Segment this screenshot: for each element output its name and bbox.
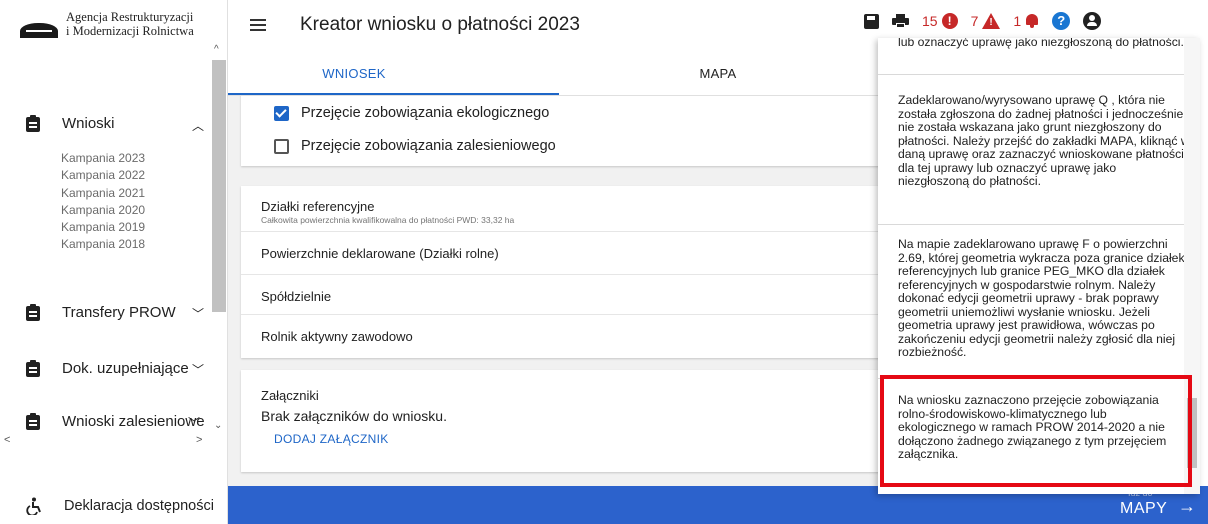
- campaign-list: Kampania 2023 Kampania 2022 Kampania 202…: [61, 150, 145, 254]
- scroll-right-icon[interactable]: >: [196, 434, 202, 446]
- chevron-down-icon[interactable]: ﹀: [192, 361, 204, 378]
- checkbox-label: Przejęcie zobowiązania zalesieniowego: [301, 138, 556, 154]
- accessibility-label: Deklaracja dostępności: [64, 498, 214, 514]
- form-content: Przejęcie zobowiązania ekologicznego Prz…: [228, 96, 878, 486]
- sidebar-item-wnioski-zalesieniowe[interactable]: Wnioski zalesieniowe ﹀: [26, 413, 210, 430]
- account-button[interactable]: [1083, 12, 1102, 30]
- print-icon: [892, 14, 909, 28]
- errors-button[interactable]: 15 !: [922, 13, 958, 29]
- clipboard-icon: [26, 360, 40, 377]
- arrow-right-icon[interactable]: →: [1178, 496, 1196, 517]
- sidebar-item-label: Dok. uzupełniające: [62, 360, 189, 377]
- clipboard-icon: [26, 115, 40, 132]
- logo-line-2: i Modernizacji Rolnictwa: [66, 24, 194, 38]
- checkbox-unchecked-icon[interactable]: [274, 138, 289, 154]
- user-icon: [1083, 12, 1102, 30]
- divider: [241, 231, 878, 232]
- message-divider: [878, 74, 1200, 75]
- declared-areas-section[interactable]: Powierzchnie deklarowane (Działki rolne): [261, 246, 499, 261]
- sidebar-scroll-thumb[interactable]: [212, 60, 226, 312]
- campaign-item[interactable]: Kampania 2023: [61, 150, 145, 167]
- logo-line-1: Agencja Restrukturyzacji: [66, 10, 194, 24]
- sidebar-item-transfery[interactable]: Transfery PROW ﹀: [26, 304, 206, 321]
- scroll-down-icon[interactable]: ⌄: [214, 420, 222, 431]
- campaign-item[interactable]: Kampania 2020: [61, 202, 145, 219]
- notifications-button[interactable]: 1: [1013, 13, 1039, 29]
- validation-message: Zadeklarowano/wyrysowano uprawę Q , któr…: [898, 93, 1190, 188]
- logo-text: Agencja Restrukturyzacji i Modernizacji …: [66, 10, 194, 38]
- checkbox-label: Przejęcie zobowiązania ekologicznego: [301, 105, 550, 121]
- highlight-box: [880, 375, 1192, 487]
- error-icon: !: [941, 13, 958, 29]
- warning-count: 7: [970, 13, 979, 29]
- sidebar: Agencja Restrukturyzacji i Modernizacji …: [0, 0, 228, 524]
- scroll-up-icon[interactable]: ^: [214, 44, 219, 55]
- chevron-up-icon[interactable]: ︿: [192, 117, 204, 134]
- chevron-down-icon[interactable]: ﹀: [192, 305, 204, 322]
- sidebar-horizontal-scrollbar[interactable]: < >: [0, 432, 210, 448]
- checkbox-checked-icon[interactable]: [274, 105, 289, 121]
- ecological-commitment-option[interactable]: Przejęcie zobowiązania ekologicznego: [274, 105, 549, 121]
- sidebar-item-label: Transfery PROW: [62, 304, 176, 321]
- arimr-logo-icon: [20, 10, 58, 38]
- error-count: 15: [922, 13, 938, 29]
- message-divider: [878, 224, 1200, 225]
- go-to-map-button[interactable]: MAPY: [1120, 500, 1167, 518]
- validation-message: Na mapie zadeklarowano uprawę F o powier…: [898, 237, 1185, 359]
- add-attachment-button[interactable]: DODAJ ZAŁĄCZNIK: [274, 432, 389, 446]
- sidebar-item-dok-uzupelniajace[interactable]: Dok. uzupełniające ﹀: [26, 360, 206, 377]
- tab-mapa[interactable]: MAPA: [678, 66, 758, 81]
- commitment-card: Przejęcie zobowiązania ekologicznego Prz…: [241, 96, 878, 166]
- notice-count: 1: [1013, 13, 1022, 29]
- menu-icon[interactable]: [250, 19, 266, 31]
- print-button[interactable]: [892, 14, 909, 28]
- attachments-empty-text: Brak załączników do wniosku.: [261, 408, 447, 424]
- arimr-logo[interactable]: Agencja Restrukturyzacji i Modernizacji …: [20, 10, 194, 38]
- cooperatives-section[interactable]: Spółdzielnie: [261, 289, 331, 304]
- chevron-down-icon[interactable]: ﹀: [188, 414, 200, 431]
- campaign-item[interactable]: Kampania 2018: [61, 236, 145, 253]
- tab-wniosek[interactable]: WNIOSEK: [304, 66, 404, 81]
- sidebar-item-label: Wnioski zalesieniowe: [62, 413, 205, 430]
- validation-message: lub oznaczyć uprawę jako niezgłoszoną do…: [898, 38, 1184, 49]
- campaign-item[interactable]: Kampania 2019: [61, 219, 145, 236]
- campaign-item[interactable]: Kampania 2022: [61, 167, 145, 184]
- parcels-card: Działki referencyjne Całkowita powierzch…: [241, 186, 878, 358]
- sidebar-item-label: Wnioski: [62, 115, 115, 132]
- accessibility-icon: [26, 497, 41, 515]
- warning-icon: !: [982, 13, 1001, 29]
- campaign-item[interactable]: Kampania 2021: [61, 185, 145, 202]
- bell-icon: [1025, 13, 1039, 29]
- help-button[interactable]: ?: [1052, 12, 1071, 30]
- clipboard-icon: [26, 413, 40, 430]
- attachments-title: Załączniki: [261, 388, 319, 403]
- tab-bar: WNIOSEK MAPA: [228, 52, 878, 96]
- attachments-card: Załączniki Brak załączników do wniosku. …: [241, 370, 878, 472]
- save-icon: [864, 13, 879, 29]
- active-farmer-section[interactable]: Rolnik aktywny zawodowo: [261, 329, 413, 344]
- reference-parcels-subtitle: Całkowita powierzchnia kwalifikowalna do…: [261, 215, 515, 225]
- save-button[interactable]: [864, 13, 879, 29]
- afforestation-commitment-option[interactable]: Przejęcie zobowiązania zalesieniowego: [274, 138, 556, 154]
- reference-parcels-title[interactable]: Działki referencyjne: [261, 199, 374, 214]
- page-title: Kreator wniosku o płatności 2023: [300, 14, 580, 35]
- sidebar-item-wnioski[interactable]: Wnioski ︿: [26, 115, 206, 134]
- accessibility-declaration-link[interactable]: Deklaracja dostępności: [26, 497, 214, 515]
- toolbar: 15 ! 7 ! 1 ?: [864, 12, 1114, 30]
- help-icon: ?: [1052, 12, 1071, 30]
- sidebar-vertical-scrollbar[interactable]: ^ ⌄: [210, 42, 228, 432]
- warnings-button[interactable]: 7 !: [971, 13, 1001, 29]
- clipboard-icon: [26, 304, 40, 321]
- scroll-left-icon[interactable]: <: [4, 434, 10, 446]
- divider: [241, 314, 878, 315]
- divider: [241, 274, 878, 275]
